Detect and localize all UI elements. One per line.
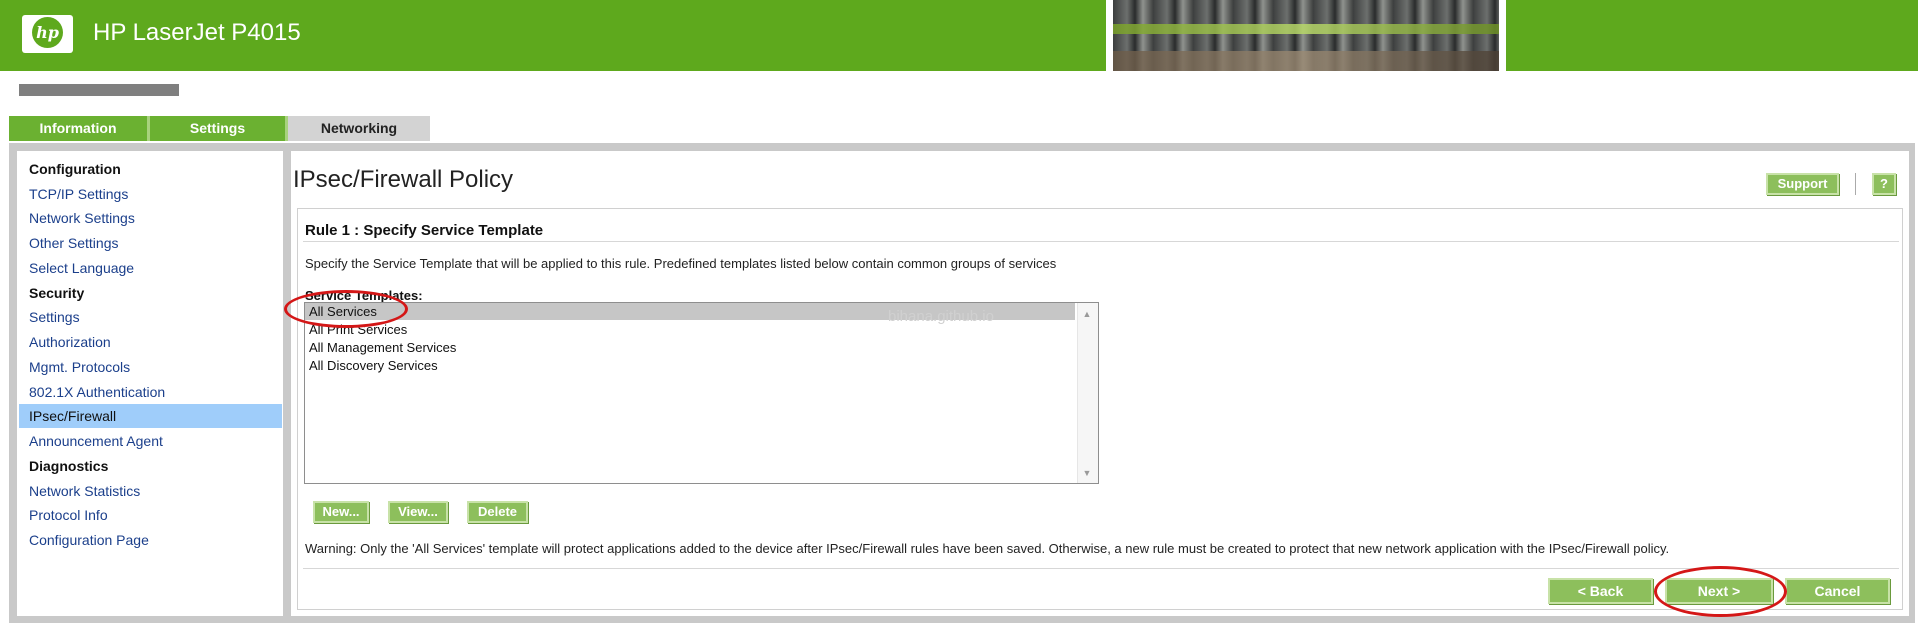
product-name: HP LaserJet P4015: [93, 19, 301, 46]
hp-logo: hp: [22, 15, 73, 53]
service-templates-listbox[interactable]: [304, 302, 1099, 484]
template-option-all-services[interactable]: All Services: [309, 304, 377, 319]
hp-logo-icon: hp: [32, 17, 63, 48]
page-title: IPsec/Firewall Policy: [293, 166, 514, 193]
template-option-all-print-services[interactable]: All Print Services: [309, 322, 407, 337]
device-name-bar: [19, 84, 179, 96]
sidebar-heading-diagnostics: Diagnostics: [29, 458, 109, 474]
next-button[interactable]: Next >: [1665, 578, 1773, 604]
scroll-down-arrow-icon[interactable]: ▼: [1080, 467, 1094, 479]
sidebar-item-configuration-page[interactable]: Configuration Page: [29, 532, 149, 548]
tab-settings[interactable]: Settings: [150, 116, 288, 141]
sidebar-item-ipsec-firewall[interactable]: IPsec/Firewall: [29, 408, 116, 424]
header-divider: [1855, 173, 1856, 195]
banner-image: [1106, 0, 1506, 71]
new-template-button[interactable]: New...: [313, 501, 369, 523]
rule-title: Rule 1 : Specify Service Template: [305, 222, 544, 239]
divider: [303, 241, 1899, 242]
back-button[interactable]: < Back: [1548, 578, 1653, 604]
sidebar-item-security-settings[interactable]: Settings: [29, 309, 80, 325]
warning-text: Warning: Only the 'All Services' templat…: [305, 541, 1670, 556]
divider: [303, 568, 1899, 569]
view-template-button[interactable]: View...: [388, 501, 448, 523]
rule-description: Specify the Service Template that will b…: [305, 256, 1057, 271]
support-button[interactable]: Support: [1766, 173, 1839, 195]
sidebar-heading-security: Security: [29, 285, 85, 301]
sidebar-item-network-settings[interactable]: Network Settings: [29, 210, 135, 226]
delete-template-button[interactable]: Delete: [467, 501, 528, 523]
sidebar-item-protocol-info[interactable]: Protocol Info: [29, 507, 108, 523]
template-option-all-management-services[interactable]: All Management Services: [309, 340, 456, 355]
help-button[interactable]: ?: [1872, 173, 1896, 195]
service-templates-label: Service Templates:: [305, 288, 423, 303]
sidebar-item-announcement-agent[interactable]: Announcement Agent: [29, 433, 163, 449]
cancel-button[interactable]: Cancel: [1785, 578, 1890, 604]
sidebar-item-8021x-authentication[interactable]: 802.1X Authentication: [29, 384, 165, 400]
template-option-all-discovery-services[interactable]: All Discovery Services: [309, 358, 438, 373]
watermark-text: bihana.github.io: [888, 308, 994, 325]
sidebar-item-select-language[interactable]: Select Language: [29, 260, 134, 276]
header-bar: hp HP LaserJet P4015: [0, 0, 1918, 71]
sidebar-item-mgmt-protocols[interactable]: Mgmt. Protocols: [29, 359, 130, 375]
tab-networking[interactable]: Networking: [288, 116, 430, 141]
tab-information[interactable]: Information: [9, 116, 150, 141]
scroll-up-arrow-icon[interactable]: ▲: [1080, 308, 1094, 320]
sidebar-item-other-settings[interactable]: Other Settings: [29, 235, 119, 251]
sidebar-item-tcpip-settings[interactable]: TCP/IP Settings: [29, 186, 128, 202]
sidebar-item-network-statistics[interactable]: Network Statistics: [29, 483, 140, 499]
sidebar-item-authorization[interactable]: Authorization: [29, 334, 111, 350]
listbox-scrollbar[interactable]: [1077, 303, 1098, 483]
sidebar-heading-configuration: Configuration: [29, 161, 121, 177]
